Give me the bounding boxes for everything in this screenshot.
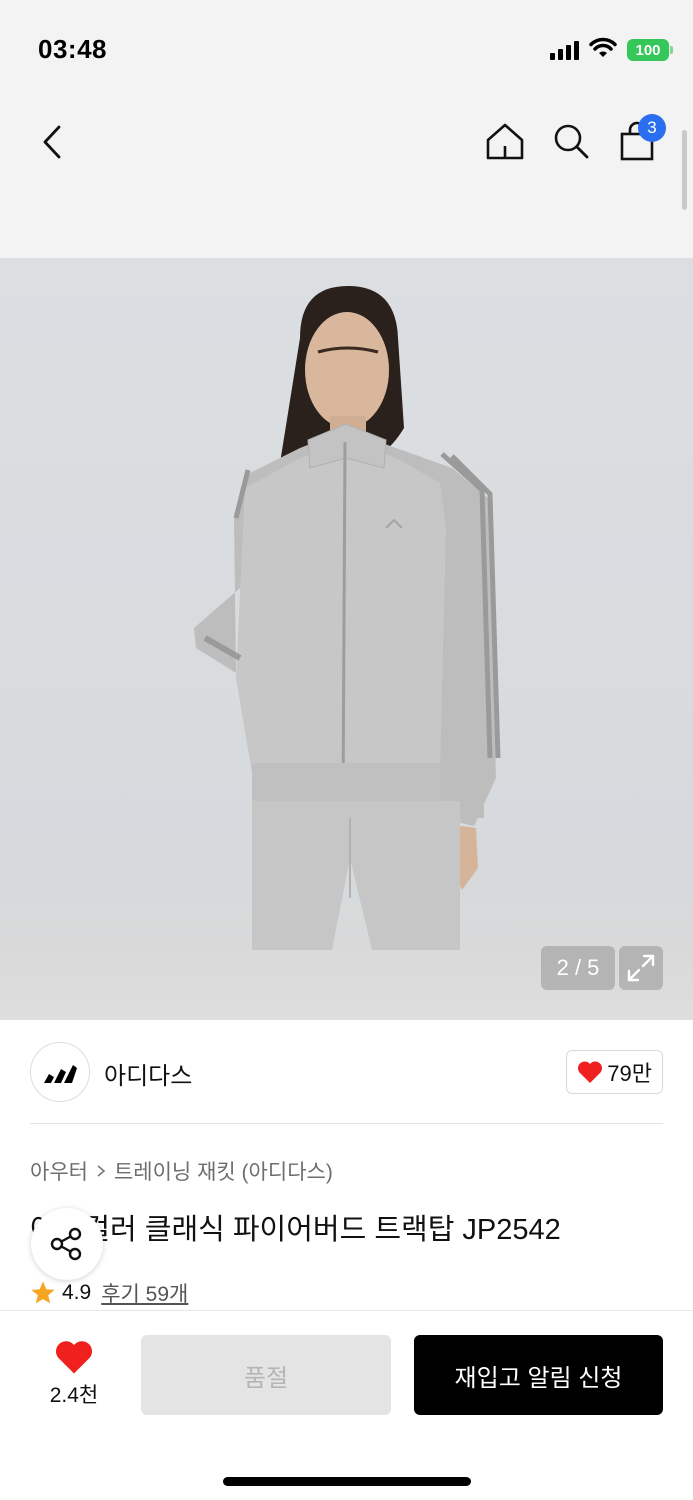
rating-score: 4.9 <box>62 1281 92 1304</box>
adidas-logo-icon <box>44 1065 77 1083</box>
battery-icon: 100 <box>627 39 673 61</box>
brand-like-count: 79만 <box>607 1061 652 1086</box>
signal-icon <box>550 40 579 60</box>
heart-icon <box>578 1061 603 1083</box>
product-title: 아디컬러 클래식 파이어버드 트랙탑 JP2542 <box>30 1214 561 1246</box>
search-icon <box>554 124 589 159</box>
share-button[interactable] <box>31 1208 103 1280</box>
home-indicator <box>223 1477 471 1486</box>
brand-like-button[interactable]: 79만 <box>566 1050 663 1094</box>
cart-count-badge: 3 <box>638 114 666 142</box>
bottom-action-bar: 2.4천 품절 재입고 알림 신청 <box>0 1310 693 1500</box>
brand-name[interactable]: 아디다스 <box>104 1056 192 1091</box>
expand-icon <box>627 954 655 982</box>
divider <box>30 1123 663 1124</box>
image-counter: 2 / 5 <box>541 946 615 990</box>
share-icon <box>50 1227 82 1261</box>
breadcrumb-current[interactable]: 트레이닝 재킷 (아디다스) <box>114 1156 333 1186</box>
chevron-right-icon <box>97 1165 106 1177</box>
back-button[interactable] <box>30 120 74 164</box>
sold-out-button: 품절 <box>141 1335 391 1415</box>
expand-image-button[interactable] <box>619 946 663 990</box>
chevron-left-icon <box>43 125 61 159</box>
reviews-link[interactable]: 후기 59개 <box>101 1278 188 1308</box>
search-button[interactable] <box>548 118 594 164</box>
wifi-icon <box>589 37 617 64</box>
product-photo <box>194 286 501 950</box>
home-button[interactable] <box>482 118 528 164</box>
scrollbar[interactable] <box>682 130 687 210</box>
product-image[interactable] <box>0 258 693 1020</box>
wishlist-count: 2.4천 <box>49 1384 99 1407</box>
wishlist-button[interactable]: 2.4천 <box>30 1339 118 1411</box>
top-nav: 3 <box>0 100 693 258</box>
status-time: 03:48 <box>38 34 107 64</box>
breadcrumb-parent[interactable]: 아우터 <box>30 1156 88 1186</box>
status-icons: 100 <box>550 37 673 64</box>
heart-icon <box>55 1341 93 1374</box>
star-icon <box>31 1281 55 1304</box>
home-icon <box>486 123 524 160</box>
status-bar: 03:48 100 <box>0 0 693 100</box>
breadcrumb: 아우터 트레이닝 재킷 (아디다스) <box>30 1156 333 1186</box>
brand-row[interactable]: 아디다스 79만 <box>30 1042 663 1102</box>
brand-logo[interactable] <box>30 1042 90 1102</box>
cart-button[interactable]: 3 <box>614 114 666 164</box>
rating-row: 4.9 후기 59개 <box>30 1278 188 1308</box>
restock-alert-button[interactable]: 재입고 알림 신청 <box>414 1335 663 1415</box>
